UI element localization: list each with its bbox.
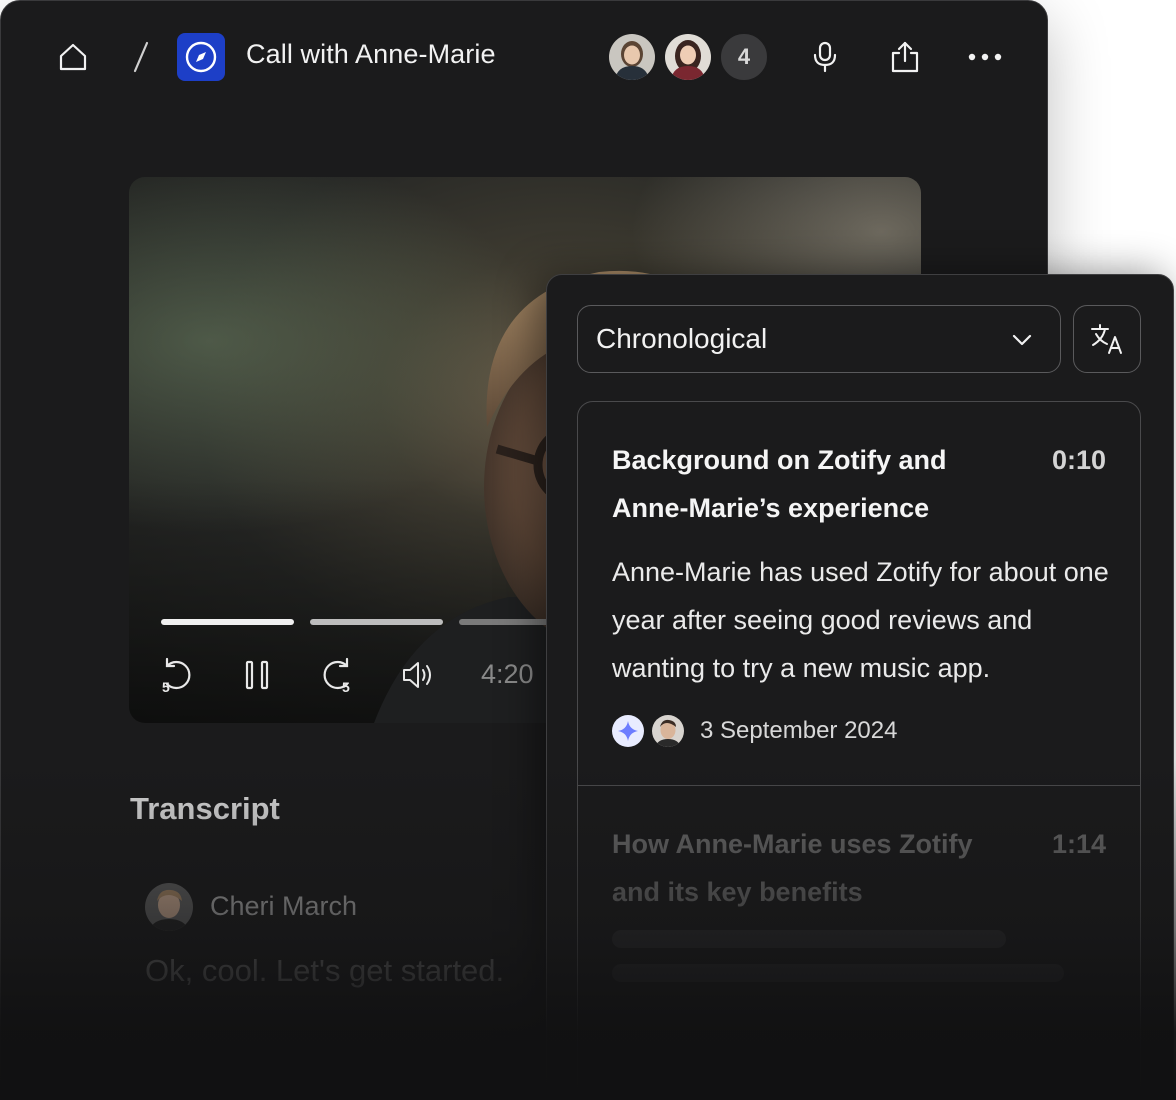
- participant-overflow-count[interactable]: 4: [719, 32, 769, 82]
- participant-avatar-1: [609, 34, 655, 80]
- share-icon: [891, 41, 919, 73]
- sort-select[interactable]: Chronological: [577, 305, 1061, 373]
- forward-5-icon: 5: [323, 657, 350, 694]
- volume-button[interactable]: [399, 655, 439, 695]
- page-title: Call with Anne-Marie: [246, 39, 496, 69]
- chapter-title: How Anne-Marie uses Zotify and its key b…: [612, 829, 973, 907]
- chapter-meta: 3 September 2024: [612, 714, 897, 748]
- forward-button[interactable]: 5: [317, 655, 357, 695]
- chapters-panel: Chronological Background on Zotify and A…: [546, 274, 1174, 1100]
- elapsed-time: 4:20: [481, 659, 534, 689]
- translate-button[interactable]: [1073, 305, 1141, 373]
- progress-segment-1[interactable]: [161, 619, 294, 625]
- participants[interactable]: 4: [607, 32, 769, 82]
- speaker-avatar-image: [145, 883, 193, 931]
- speaker-name: Cheri March: [210, 891, 358, 921]
- header: Call with Anne-Marie 4: [1, 1, 1047, 113]
- chapter-title: Background on Zotify and Anne-Marie’s ex…: [612, 445, 947, 523]
- compass-icon: [185, 41, 217, 73]
- chapter-summary: Anne-Marie has used Zotify for about one…: [612, 557, 1109, 683]
- participant-avatar-2: [665, 34, 711, 80]
- progress-segment-2[interactable]: [310, 619, 443, 625]
- rewind-seconds-label: 5: [162, 679, 170, 694]
- progress-segment-3[interactable]: [459, 619, 559, 625]
- app-icon[interactable]: [177, 33, 225, 81]
- rewind-button[interactable]: 5: [157, 655, 197, 695]
- share-button[interactable]: [885, 37, 925, 77]
- avatar[interactable]: [607, 32, 657, 82]
- chapter-item[interactable]: Background on Zotify and Anne-Marie’s ex…: [578, 402, 1140, 786]
- transcript-heading: Transcript: [130, 791, 280, 826]
- breadcrumb-separator: [133, 41, 149, 73]
- sparkle-icon: [618, 721, 638, 741]
- avatar[interactable]: [663, 32, 713, 82]
- forward-seconds-label: 5: [342, 679, 350, 694]
- author-avatar-image: [652, 715, 684, 747]
- pause-icon: [245, 660, 269, 690]
- chevron-down-icon: [1012, 334, 1032, 346]
- chapter-date: 3 September 2024: [700, 717, 898, 744]
- translate-icon: [1091, 324, 1122, 354]
- microphone-icon: [813, 41, 837, 73]
- rewind-5-icon: 5: [162, 657, 191, 694]
- ai-badge: [612, 715, 644, 747]
- chapter-timestamp[interactable]: 1:14: [1052, 820, 1106, 868]
- loading-placeholder: [612, 964, 1064, 982]
- chapter-list: Background on Zotify and Anne-Marie’s ex…: [577, 401, 1141, 1099]
- chapter-timestamp[interactable]: 0:10: [1052, 436, 1106, 484]
- more-button[interactable]: [965, 37, 1005, 77]
- avatar: [652, 715, 684, 747]
- home-icon: [59, 43, 87, 71]
- microphone-button[interactable]: [805, 37, 845, 77]
- loading-placeholder: [612, 930, 1006, 948]
- pause-button[interactable]: [237, 655, 277, 695]
- transcript-text[interactable]: Ok, cool. Let's get started.: [145, 953, 504, 989]
- volume-icon: [403, 662, 431, 688]
- avatar: [145, 883, 193, 931]
- home-button[interactable]: [53, 37, 93, 77]
- sort-select-value: Chronological: [596, 323, 768, 354]
- more-icon: [968, 53, 1002, 61]
